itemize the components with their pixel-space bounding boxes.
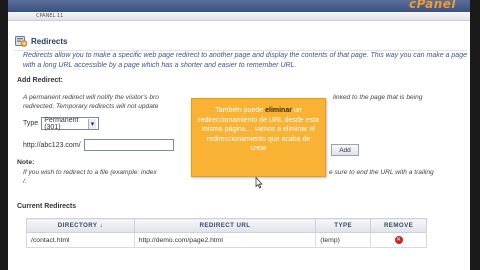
add-button[interactable]: Add: [331, 144, 359, 156]
column-redirect-url[interactable]: Redirect Url: [133, 218, 317, 233]
page-title-row: Redirects: [15, 34, 67, 48]
column-remove: Remove: [370, 218, 427, 233]
note-line-1: If you wish to redirect to a file (examp…: [23, 169, 157, 176]
type-label: Type: [23, 120, 39, 127]
screen: cPanel CPANEL 11 Redirects Redirects all…: [0, 0, 480, 270]
brand-logo: cPanel: [408, 0, 456, 11]
left-border: [0, 0, 8, 270]
redirect-icon: [15, 36, 27, 47]
row-directory: /contact.html: [26, 232, 135, 248]
type-row: Type Permanent (301) ▾: [23, 116, 100, 131]
column-directory[interactable]: Directory ↓: [26, 218, 135, 233]
table-header-row: Directory ↓ Redirect Url Type Remove: [26, 218, 427, 233]
header-bar: cPanel: [8, 0, 470, 12]
mouse-cursor-icon: [255, 177, 263, 189]
redirect-from-input[interactable]: [83, 139, 174, 151]
note-label: Note:: [17, 159, 35, 166]
page-title: Redirects: [31, 36, 68, 46]
row-remove-cell: ✕: [370, 232, 427, 248]
add-redirect-heading: Add Redirect:: [17, 77, 63, 84]
chevron-down-icon[interactable]: ▾: [87, 118, 97, 129]
add-redirect-info-2: redirected. Temporary redirects will not…: [23, 103, 159, 110]
row-redirect-url: http://demo.com/page2.html: [133, 232, 317, 248]
column-type[interactable]: Type: [315, 218, 372, 233]
current-redirects-heading: Current Redirects: [17, 203, 77, 210]
type-select[interactable]: Permanent (301) ▾: [41, 116, 100, 131]
type-select-value: Permanent (301): [44, 116, 79, 131]
tooltip-text-pre: También puede: [215, 107, 266, 114]
right-border: [470, 0, 480, 270]
url-row: http://abc123.com/: [23, 139, 174, 151]
add-redirect-info-1-tail: linked to the page that is being: [333, 94, 423, 101]
page-description: Redirects allow you to make a specific w…: [23, 52, 467, 69]
redirects-table: Directory ↓ Redirect Url Type Remove /co…: [26, 218, 427, 248]
tooltip-text-bold: eliminar: [265, 107, 292, 114]
url-prefix: http://abc123.com/: [23, 141, 81, 149]
table-row: /contact.html http://demo.com/page2.html…: [26, 232, 427, 248]
breadcrumb[interactable]: CPANEL 11: [36, 13, 63, 19]
tutorial-tooltip: También puede eliminar un redireccionami…: [191, 98, 326, 177]
note-line-2: /.: [23, 178, 27, 185]
note-line-1-tail: e sure to end the URL with a trailing: [329, 169, 434, 176]
row-type: (temp): [315, 232, 372, 248]
remove-icon[interactable]: ✕: [394, 236, 403, 244]
breadcrumb-bar: CPANEL 11: [8, 12, 470, 21]
